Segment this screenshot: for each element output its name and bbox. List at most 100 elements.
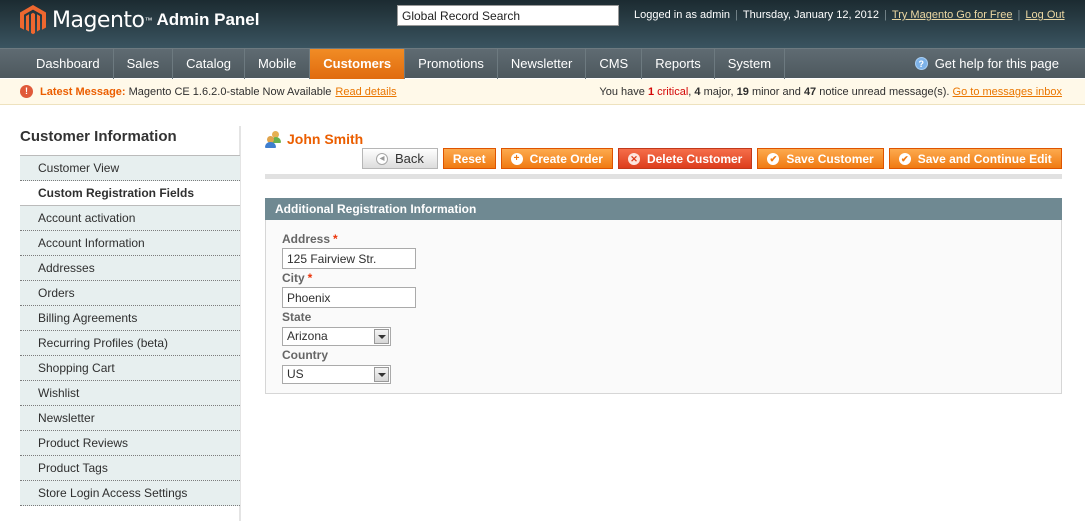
registration-fieldset: Address* City* State Arizona Country US bbox=[265, 220, 1062, 394]
reset-label: Reset bbox=[452, 151, 486, 166]
major-label: major, bbox=[703, 86, 734, 98]
minor-label: minor and bbox=[751, 86, 801, 98]
sidebar-item-store-login-access[interactable]: Store Login Access Settings bbox=[20, 481, 240, 506]
sidebar-item-wishlist[interactable]: Wishlist bbox=[20, 381, 240, 406]
messages-inbox-link[interactable]: Go to messages inbox bbox=[953, 86, 1062, 98]
back-button[interactable]: ◀ Back bbox=[362, 148, 438, 169]
sidebar-item-custom-registration-fields[interactable]: Custom Registration Fields bbox=[20, 181, 240, 206]
sidebar-title: Customer Information bbox=[20, 128, 177, 145]
logo-subtitle: Admin Panel bbox=[156, 10, 260, 29]
checkmark-icon: ✔ bbox=[767, 152, 780, 165]
logout-link[interactable]: Log Out bbox=[1025, 9, 1064, 21]
save-continue-label: Save and Continue Edit bbox=[917, 151, 1052, 166]
country-label: Country bbox=[282, 348, 328, 362]
question-circle-icon: ? bbox=[914, 57, 928, 70]
checkmark-icon: ✔ bbox=[898, 152, 911, 165]
major-count: 4 bbox=[694, 86, 701, 98]
help-link[interactable]: ? Get help for this page bbox=[914, 56, 1059, 71]
chevron-down-icon[interactable] bbox=[374, 367, 389, 382]
fieldset-header: Additional Registration Information bbox=[265, 198, 1062, 220]
notice-label: Latest Message: bbox=[40, 85, 126, 98]
sidebar-item-product-tags[interactable]: Product Tags bbox=[20, 456, 240, 481]
nav-reports[interactable]: Reports bbox=[642, 49, 715, 79]
nav-promotions[interactable]: Promotions bbox=[405, 49, 498, 79]
notice-count-label: notice unread message(s). bbox=[819, 86, 950, 98]
exclamation-circle-icon: ! bbox=[20, 85, 33, 98]
customer-name: John Smith bbox=[287, 131, 364, 147]
logo[interactable]: Magento ™ Admin Panel bbox=[20, 5, 259, 35]
help-label: Get help for this page bbox=[934, 56, 1059, 71]
nav-newsletter[interactable]: Newsletter bbox=[498, 49, 587, 79]
sidebar-item-recurring-profiles[interactable]: Recurring Profiles (beta) bbox=[20, 331, 240, 356]
city-label-text: City bbox=[282, 271, 305, 285]
sidebar-item-account-information[interactable]: Account Information bbox=[20, 231, 240, 256]
notice-message: Magento CE 1.6.2.0-stable Now Available bbox=[128, 85, 332, 98]
customer-group-icon bbox=[265, 131, 283, 148]
create-order-label: Create Order bbox=[529, 151, 603, 166]
sidebar-tabs: Customer View Custom Registration Fields… bbox=[20, 155, 240, 506]
logo-trademark: ™ bbox=[144, 15, 153, 25]
required-marker: * bbox=[333, 232, 338, 246]
current-date: Thursday, January 12, 2012 bbox=[742, 9, 880, 21]
nav-catalog[interactable]: Catalog bbox=[173, 49, 245, 79]
logo-brand: Magento bbox=[52, 7, 145, 33]
minor-count: 19 bbox=[736, 86, 749, 98]
nav-cms[interactable]: CMS bbox=[586, 49, 643, 79]
critical-count: 1 bbox=[647, 86, 655, 98]
chevron-down-icon[interactable] bbox=[374, 329, 389, 344]
logged-in-text: Logged in as admin bbox=[634, 9, 731, 21]
save-customer-button[interactable]: ✔ Save Customer bbox=[757, 148, 884, 169]
global-search-input[interactable] bbox=[397, 5, 619, 26]
sidebar-item-addresses[interactable]: Addresses bbox=[20, 256, 240, 281]
plus-icon: + bbox=[510, 152, 523, 165]
sidebar-item-customer-view[interactable]: Customer View bbox=[20, 156, 240, 181]
arrow-left-icon: ◀ bbox=[376, 152, 388, 165]
try-magento-go-link[interactable]: Try Magento Go for Free bbox=[892, 9, 1013, 21]
delete-customer-button[interactable]: ✕ Delete Customer bbox=[617, 148, 753, 169]
sidebar-item-account-activation[interactable]: Account activation bbox=[20, 206, 240, 231]
nav-mobile[interactable]: Mobile bbox=[245, 49, 311, 79]
action-buttons: ◀ Back Reset + Create Order ✕ Delete Cus… bbox=[362, 148, 1062, 169]
required-marker: * bbox=[307, 271, 313, 285]
address-label: Address * bbox=[282, 232, 338, 246]
sidebar-item-billing-agreements[interactable]: Billing Agreements bbox=[20, 306, 240, 331]
state-select[interactable]: Arizona bbox=[282, 327, 391, 346]
content-divider bbox=[265, 174, 1062, 179]
state-label: State bbox=[282, 310, 312, 324]
country-value: US bbox=[287, 367, 304, 381]
sidebar-item-newsletter[interactable]: Newsletter bbox=[20, 406, 240, 431]
system-notice: ! Latest Message: Magento CE 1.6.2.0-sta… bbox=[0, 79, 1085, 105]
main-nav: Dashboard Sales Catalog Mobile Customers… bbox=[0, 48, 1085, 79]
address-input[interactable] bbox=[282, 248, 416, 269]
save-continue-button[interactable]: ✔ Save and Continue Edit bbox=[888, 148, 1062, 169]
delete-icon: ✕ bbox=[627, 152, 640, 165]
reset-button[interactable]: Reset bbox=[442, 148, 496, 169]
delete-label: Delete Customer bbox=[646, 151, 743, 166]
summary-prefix: You have bbox=[599, 86, 645, 98]
sidebar-item-product-reviews[interactable]: Product Reviews bbox=[20, 431, 240, 456]
critical-label: critical bbox=[657, 86, 689, 98]
sidebar-item-shopping-cart[interactable]: Shopping Cart bbox=[20, 356, 240, 381]
read-details-link[interactable]: Read details bbox=[335, 86, 396, 98]
save-label: Save Customer bbox=[786, 151, 874, 166]
magento-logo-icon bbox=[20, 5, 46, 35]
country-select[interactable]: US bbox=[282, 365, 391, 384]
city-label: City * bbox=[282, 271, 312, 285]
header: Magento ™ Admin Panel Logged in as admin… bbox=[0, 0, 1085, 48]
sidebar-item-orders[interactable]: Orders bbox=[20, 281, 240, 306]
separator: | bbox=[884, 9, 887, 21]
city-input[interactable] bbox=[282, 287, 416, 308]
page-title: John Smith bbox=[265, 131, 364, 148]
nav-sales[interactable]: Sales bbox=[114, 49, 174, 79]
nav-system[interactable]: System bbox=[715, 49, 786, 79]
back-label: Back bbox=[395, 151, 424, 166]
state-value: Arizona bbox=[287, 329, 328, 343]
separator: | bbox=[735, 9, 738, 21]
address-label-text: Address bbox=[282, 232, 331, 246]
notice-count: 47 bbox=[803, 86, 817, 98]
create-order-button[interactable]: + Create Order bbox=[500, 148, 613, 169]
nav-customers[interactable]: Customers bbox=[310, 49, 406, 79]
nav-dashboard[interactable]: Dashboard bbox=[23, 49, 114, 79]
header-user-info: Logged in as admin | Thursday, January 12,… bbox=[634, 9, 1065, 21]
notice-summary: You have 1 critical, 4 major, 19 minor a… bbox=[599, 86, 1062, 98]
